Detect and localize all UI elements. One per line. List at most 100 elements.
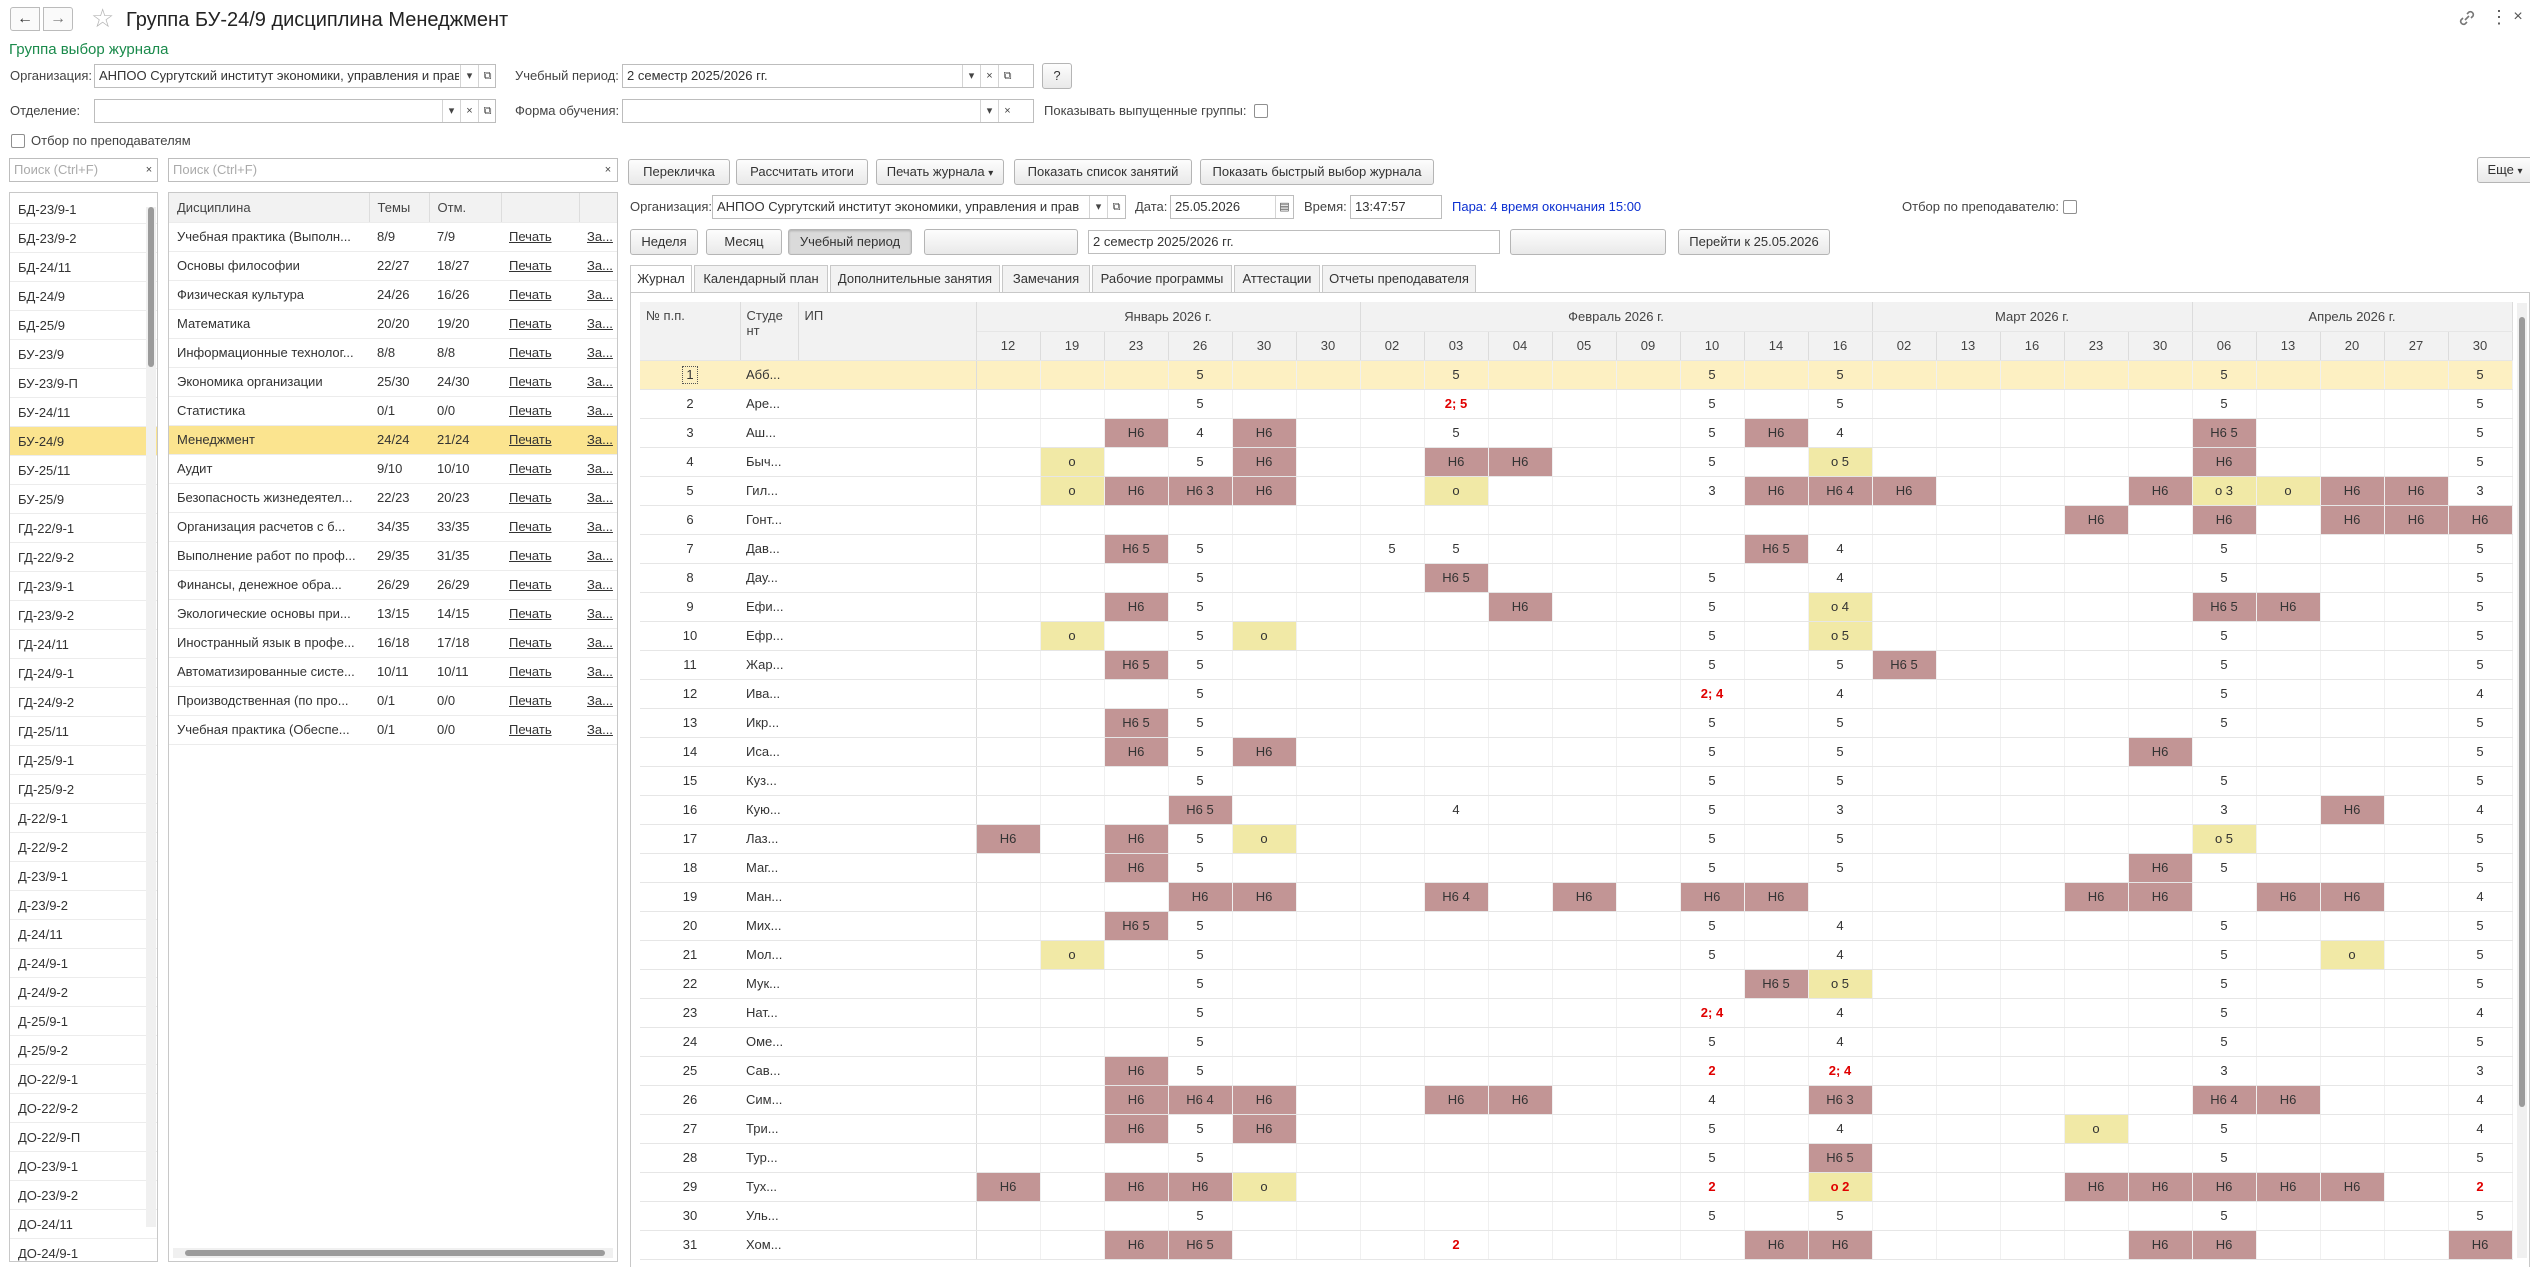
grade-cell[interactable]	[1296, 389, 1361, 419]
grade-cell[interactable]: 3	[2192, 1056, 2257, 1086]
grade-cell[interactable]	[1360, 1056, 1425, 1086]
grade-cell[interactable]: о	[1232, 824, 1297, 854]
print-link[interactable]: Печать	[509, 403, 552, 418]
grade-cell[interactable]	[2384, 1114, 2449, 1144]
grade-cell[interactable]	[2128, 1056, 2193, 1086]
grade-cell[interactable]	[2000, 534, 2065, 564]
col-number[interactable]: № п.п.	[640, 302, 741, 361]
grade-cell[interactable]	[2128, 563, 2193, 593]
grade-cell[interactable]	[1616, 708, 1681, 738]
grade-cell[interactable]	[2256, 679, 2321, 709]
grade-cell[interactable]: 5	[2448, 1201, 2513, 1231]
grade-cell[interactable]	[1616, 1230, 1681, 1260]
extra-link[interactable]: За...	[587, 693, 613, 708]
grade-cell[interactable]: 2	[2448, 1172, 2513, 1202]
day-header[interactable]: 13	[2256, 331, 2321, 361]
grade-cell[interactable]	[2000, 795, 2065, 825]
grade-cell[interactable]	[1872, 1114, 1937, 1144]
grade-cell[interactable]	[1232, 1056, 1297, 1086]
grade-cell[interactable]: о	[2064, 1114, 2129, 1144]
student-row[interactable]: 19 Ман... Н6 Н6 Н6 4 Н6 Н6 Н6 Н6 Н6 Н6 Н6 4	[640, 882, 2513, 912]
period-open-icon[interactable]: ⧉	[998, 65, 1016, 87]
day-header[interactable]: 27	[2384, 331, 2449, 361]
grade-cell[interactable]: 5	[1680, 824, 1745, 854]
grade-cell[interactable]	[1552, 1114, 1617, 1144]
grade-cell[interactable]	[1872, 708, 1937, 738]
group-list-item[interactable]: БД-23/9-1	[10, 195, 157, 224]
grade-cell[interactable]: 5	[2448, 563, 2513, 593]
grade-cell[interactable]	[1040, 534, 1105, 564]
grade-cell[interactable]: Н6	[2320, 795, 2385, 825]
grade-cell[interactable]: Н6	[1744, 1230, 1809, 1260]
tab-remarks[interactable]: Замечания	[1002, 265, 1090, 292]
grade-cell[interactable]	[2320, 563, 2385, 593]
extra-link[interactable]: За...	[587, 461, 613, 476]
tab-calendar-plan[interactable]: Календарный план	[694, 265, 828, 292]
grade-cell[interactable]	[1040, 882, 1105, 912]
grade-cell[interactable]	[1616, 795, 1681, 825]
grade-cell[interactable]	[1296, 969, 1361, 999]
student-row[interactable]: 21 Мол... о 5 5 4 5 о 5	[640, 940, 2513, 970]
group-list-item[interactable]: Д-22/9-2	[10, 833, 157, 862]
grade-cell[interactable]: Н6 4	[2192, 1085, 2257, 1115]
grade-cell[interactable]: Н6	[1232, 447, 1297, 477]
grade-cell[interactable]: Н6 5	[1744, 534, 1809, 564]
grade-cell[interactable]	[1552, 824, 1617, 854]
grade-cell[interactable]	[1936, 418, 2001, 448]
student-row[interactable]: 24 Оме... 5 5 4 5 5	[640, 1027, 2513, 1057]
org-field[interactable]: АНПОО Сургутский институт экономики, упр…	[94, 64, 496, 88]
grade-cell[interactable]	[2256, 1143, 2321, 1173]
grade-cell[interactable]	[1616, 911, 1681, 941]
grade-cell[interactable]: 5	[2448, 940, 2513, 970]
day-header[interactable]: 04	[1488, 331, 1553, 361]
grade-cell[interactable]	[1936, 650, 2001, 680]
grade-cell[interactable]	[1296, 853, 1361, 883]
grade-cell[interactable]	[1488, 389, 1553, 419]
grade-cell[interactable]: 4	[2448, 1085, 2513, 1115]
grade-cell[interactable]: 5	[1808, 737, 1873, 767]
grade-cell[interactable]	[1296, 940, 1361, 970]
grade-cell[interactable]	[1936, 911, 2001, 941]
grade-cell[interactable]	[1936, 882, 2001, 912]
grade-cell[interactable]	[1424, 708, 1489, 738]
student-row[interactable]: 20 Мих... Н6 555455	[640, 911, 2513, 941]
month-button[interactable]: Месяц	[706, 229, 782, 255]
grade-cell[interactable]	[1616, 1056, 1681, 1086]
grade-cell[interactable]	[1808, 882, 1873, 912]
grade-cell[interactable]: Н6	[2128, 476, 2193, 506]
grade-cell[interactable]	[976, 882, 1041, 912]
grade-cell[interactable]: Н6	[2064, 882, 2129, 912]
grade-cell[interactable]	[1680, 534, 1745, 564]
grade-cell[interactable]: Н6	[976, 824, 1041, 854]
grade-cell[interactable]	[1104, 360, 1169, 390]
print-link[interactable]: Печать	[509, 693, 552, 708]
grade-cell[interactable]: 5	[1680, 1114, 1745, 1144]
grade-cell[interactable]: 5	[1168, 650, 1233, 680]
grade-cell[interactable]: Н6 4	[1808, 476, 1873, 506]
grade-cell[interactable]	[1424, 621, 1489, 651]
grade-cell[interactable]	[1360, 1172, 1425, 1202]
grade-cell[interactable]: 5	[1680, 940, 1745, 970]
grade-cell[interactable]	[2128, 766, 2193, 796]
grade-cell[interactable]	[1104, 447, 1169, 477]
grade-cell[interactable]: 2	[1424, 1230, 1489, 1260]
grade-cell[interactable]	[1616, 505, 1681, 535]
grade-cell[interactable]	[1040, 505, 1105, 535]
grade-cell[interactable]	[1360, 1143, 1425, 1173]
grade-cell[interactable]	[1872, 1201, 1937, 1231]
grade-cell[interactable]: Н6 4	[1424, 882, 1489, 912]
grade-cell[interactable]: Н6	[2320, 476, 2385, 506]
grade-cell[interactable]	[1424, 1143, 1489, 1173]
grade-cell[interactable]	[2320, 911, 2385, 941]
grade-cell[interactable]	[2320, 360, 2385, 390]
grade-cell[interactable]: 4	[1424, 795, 1489, 825]
grade-cell[interactable]: Н6	[1488, 592, 1553, 622]
grade-cell[interactable]	[1936, 940, 2001, 970]
grade-cell[interactable]	[1552, 853, 1617, 883]
group-list-item[interactable]: Д-23/9-1	[10, 862, 157, 891]
grade-cell[interactable]	[1360, 853, 1425, 883]
grade-cell[interactable]	[1296, 1230, 1361, 1260]
grade-cell[interactable]: 5	[1168, 534, 1233, 564]
day-header[interactable]: 30	[2448, 331, 2513, 361]
grade-cell[interactable]	[2256, 534, 2321, 564]
